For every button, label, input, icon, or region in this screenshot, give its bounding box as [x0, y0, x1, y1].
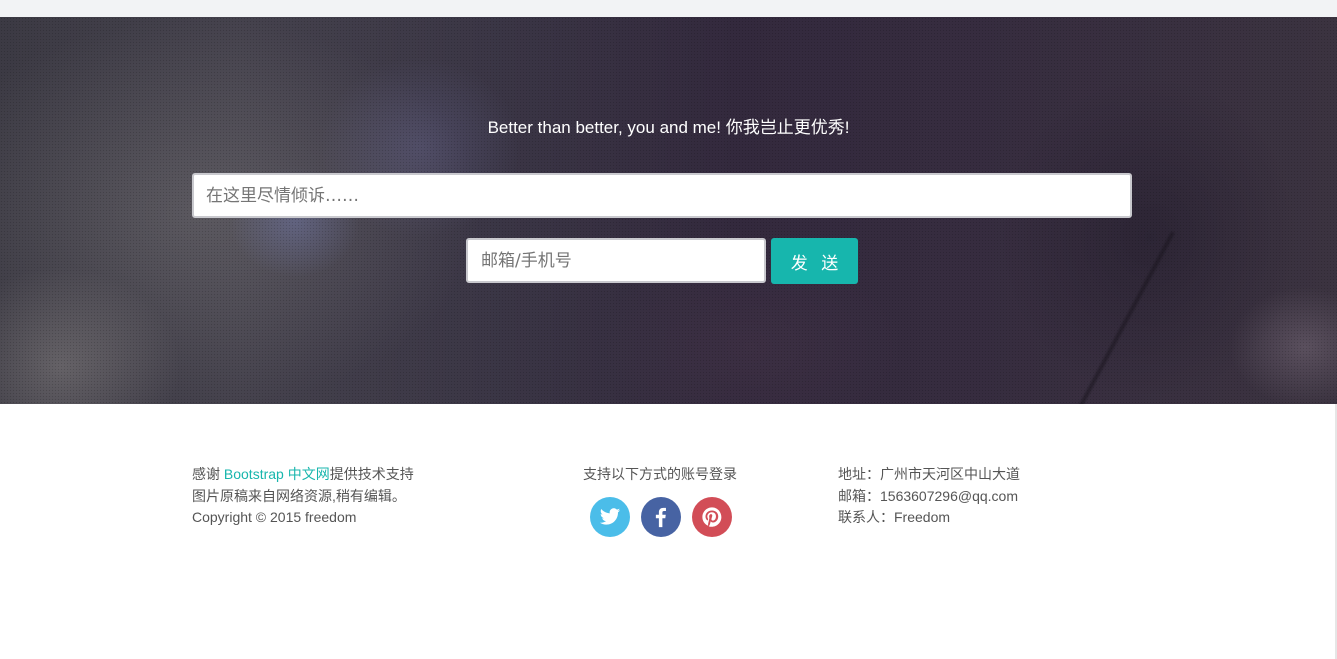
footer-contact: 地址：广州市天河区中山大道 邮箱：1563607296@qq.com 联系人：F… [838, 464, 1138, 529]
thanks-line: 感谢 Bootstrap 中文网提供技术支持 [192, 464, 512, 486]
footer-social: 支持以下方式的账号登录 [560, 464, 760, 486]
social-buttons [590, 497, 740, 537]
twitter-button[interactable] [590, 497, 630, 537]
social-heading: 支持以下方式的账号登录 [583, 466, 737, 482]
contact-person: 联系人：Freedom [838, 509, 951, 525]
message-input[interactable] [192, 173, 1132, 218]
send-button[interactable]: 发 送 [771, 238, 858, 284]
thanks-prefix: 感谢 [192, 466, 224, 482]
bootstrap-link[interactable]: Bootstrap 中文网 [224, 466, 330, 482]
facebook-icon [655, 507, 666, 528]
copyright: Copyright © 2015 freedom [192, 509, 357, 525]
thanks-suffix: 提供技术支持 [329, 466, 414, 482]
pinterest-button[interactable] [692, 497, 732, 537]
facebook-button[interactable] [641, 497, 681, 537]
contact-address: 地址：广州市天河区中山大道 [838, 466, 1020, 482]
images-note: 图片原稿来自网络资源,稍有编辑。 [192, 487, 406, 504]
footer: 感谢 Bootstrap 中文网提供技术支持 图片原稿来自网络资源,稍有编辑。 … [0, 404, 1337, 659]
contact-input[interactable] [466, 238, 766, 283]
hero-tagline: Better than better, you and me! 你我岂止更优秀! [487, 118, 850, 137]
top-strip [0, 0, 1337, 17]
pinterest-icon [702, 507, 722, 527]
contact-email: 邮箱：1563607296@qq.com [838, 487, 1018, 504]
footer-credits: 感谢 Bootstrap 中文网提供技术支持 图片原稿来自网络资源,稍有编辑。 … [192, 464, 512, 529]
twitter-icon [599, 508, 621, 525]
hero-banner: Better than better, you and me! 你我岂止更优秀!… [0, 17, 1337, 404]
